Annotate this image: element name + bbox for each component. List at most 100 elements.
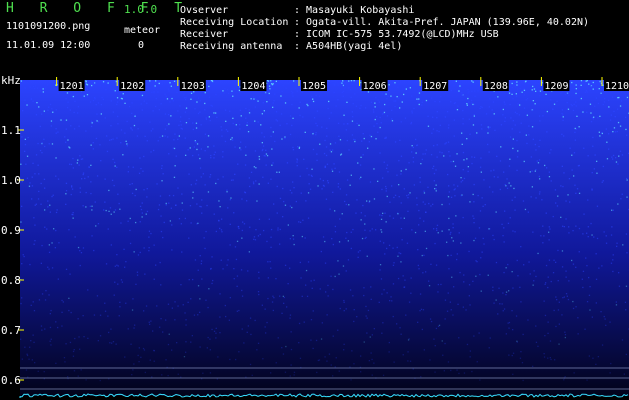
noise-speckle	[609, 119, 612, 121]
noise-speckle	[350, 96, 352, 98]
noise-speckle	[514, 80, 516, 82]
frequency-tick-label: 0.6	[1, 374, 21, 387]
noise-speckle	[621, 339, 624, 341]
noise-speckle	[345, 203, 347, 206]
noise-speckle	[380, 278, 383, 280]
noise-speckle	[215, 337, 217, 339]
noise-speckle	[36, 102, 38, 104]
noise-speckle	[545, 93, 547, 95]
noise-speckle	[96, 120, 98, 122]
noise-speckle	[268, 92, 270, 95]
noise-speckle	[213, 80, 215, 83]
noise-speckle	[219, 293, 221, 295]
noise-speckle	[508, 327, 510, 329]
noise-speckle	[43, 110, 45, 112]
noise-speckle	[22, 254, 24, 256]
noise-speckle	[173, 139, 175, 141]
noise-speckle	[336, 82, 338, 84]
noise-speckle	[343, 310, 345, 312]
noise-speckle	[573, 152, 576, 154]
noise-speckle	[463, 159, 465, 161]
noise-speckle	[514, 231, 516, 233]
noise-speckle	[247, 270, 249, 272]
noise-speckle	[334, 275, 336, 278]
noise-speckle	[259, 233, 261, 236]
noise-speckle	[321, 126, 323, 128]
noise-speckle	[104, 201, 106, 203]
noise-speckle	[233, 268, 235, 270]
noise-speckle	[40, 203, 42, 205]
noise-speckle	[408, 301, 411, 303]
noise-speckle	[539, 95, 541, 97]
noise-speckle	[405, 168, 407, 171]
noise-speckle	[104, 117, 106, 119]
noise-speckle	[40, 182, 42, 185]
noise-speckle	[555, 296, 557, 298]
noise-speckle	[267, 261, 269, 263]
noise-speckle	[602, 165, 604, 168]
noise-speckle	[315, 132, 317, 134]
noise-speckle	[500, 146, 502, 148]
noise-speckle	[118, 315, 120, 317]
noise-speckle	[33, 341, 35, 343]
noise-speckle	[167, 136, 169, 138]
noise-speckle	[109, 207, 112, 209]
noise-speckle	[128, 105, 131, 108]
noise-speckle	[434, 100, 436, 103]
noise-speckle	[115, 343, 117, 345]
noise-speckle	[160, 318, 162, 320]
noise-speckle	[377, 180, 379, 182]
noise-speckle	[542, 242, 544, 244]
noise-speckle	[555, 202, 557, 204]
noise-speckle	[525, 80, 527, 82]
noise-speckle	[150, 130, 152, 132]
noise-speckle	[144, 273, 146, 275]
noise-speckle	[450, 196, 453, 198]
noise-speckle	[468, 118, 470, 120]
noise-speckle	[214, 151, 216, 153]
noise-speckle	[338, 135, 340, 137]
noise-speckle	[460, 181, 462, 183]
noise-speckle	[230, 179, 233, 181]
noise-speckle	[56, 209, 58, 211]
noise-speckle	[72, 355, 75, 357]
noise-speckle	[265, 153, 268, 155]
noise-speckle	[601, 132, 603, 135]
noise-speckle	[319, 178, 321, 180]
noise-speckle	[210, 104, 212, 106]
noise-speckle	[219, 206, 221, 208]
noise-speckle	[296, 161, 298, 163]
noise-speckle	[511, 128, 513, 130]
noise-speckle	[588, 294, 591, 296]
noise-speckle	[85, 191, 87, 194]
noise-speckle	[385, 185, 387, 188]
noise-speckle	[72, 95, 74, 98]
noise-speckle	[553, 309, 555, 312]
noise-speckle	[263, 229, 265, 232]
noise-speckle	[34, 80, 36, 82]
noise-speckle	[293, 374, 295, 376]
noise-speckle	[439, 124, 441, 126]
noise-speckle	[325, 154, 328, 157]
noise-speckle	[512, 287, 514, 289]
noise-speckle	[181, 202, 183, 204]
noise-speckle	[61, 311, 63, 313]
noise-speckle	[434, 188, 436, 190]
noise-speckle	[177, 305, 179, 307]
noise-speckle	[292, 117, 294, 119]
noise-speckle	[301, 235, 303, 238]
noise-speckle	[335, 105, 337, 107]
noise-speckle	[466, 343, 469, 346]
noise-speckle	[114, 209, 117, 211]
noise-speckle	[451, 237, 453, 239]
noise-speckle	[184, 137, 186, 139]
noise-speckle	[289, 375, 291, 377]
noise-speckle	[552, 272, 555, 274]
noise-speckle	[452, 240, 454, 242]
noise-speckle	[404, 279, 406, 281]
noise-speckle	[199, 205, 201, 208]
noise-speckle	[504, 103, 506, 105]
noise-speckle	[388, 341, 390, 344]
noise-speckle	[523, 89, 526, 91]
noise-speckle	[385, 190, 387, 192]
